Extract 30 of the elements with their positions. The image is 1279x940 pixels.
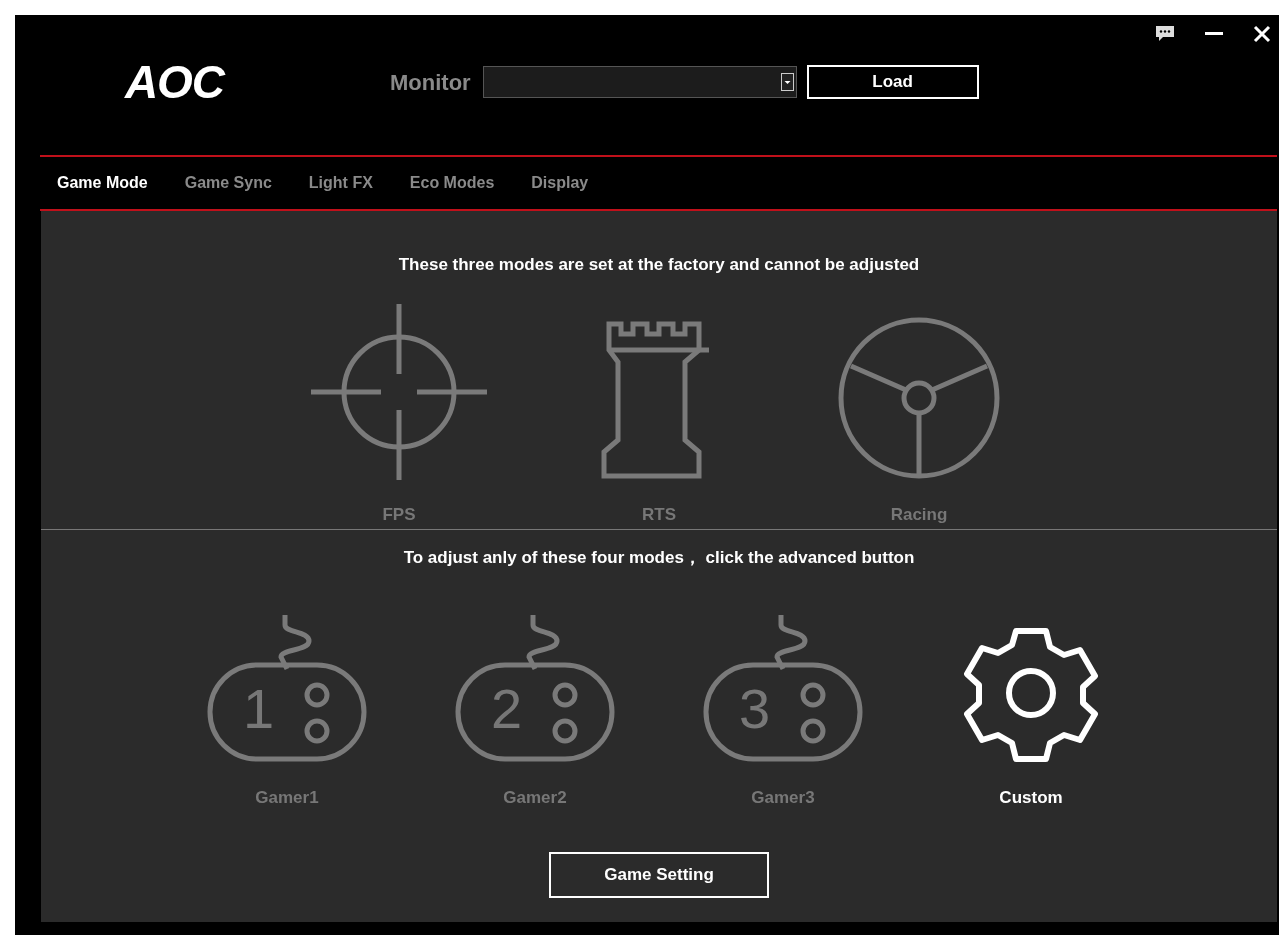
tab[interactable]: Eco Modes <box>409 171 495 195</box>
controller-number: 2 <box>491 680 523 737</box>
chat-icon[interactable] <box>1155 25 1175 43</box>
mode-label[interactable]: Gamer1 <box>255 784 319 810</box>
tab[interactable]: Display <box>531 171 589 195</box>
mode-label[interactable]: RTS <box>642 502 676 528</box>
controller-number: 3 <box>739 680 771 737</box>
close-icon[interactable] <box>1253 25 1271 43</box>
game-setting-button[interactable]: Game Setting <box>549 852 769 898</box>
load-button[interactable]: Load <box>806 65 979 99</box>
monitor-label: Monitor <box>390 68 471 97</box>
caret-icon <box>780 73 794 91</box>
mode-label[interactable]: Gamer2 <box>503 784 567 810</box>
mode-label[interactable]: Gamer3 <box>751 784 815 810</box>
tab[interactable]: Light FX <box>308 171 373 195</box>
tab[interactable]: Game Sync <box>184 171 272 195</box>
mode-label[interactable]: FPS <box>382 502 416 528</box>
tab[interactable]: Game Mode <box>57 171 148 195</box>
steering-wheel-icon <box>837 316 1001 480</box>
mode-label[interactable]: Racing <box>890 502 948 528</box>
crosshair-icon <box>311 304 487 480</box>
logo: AOC <box>125 54 226 110</box>
controller-icon <box>455 612 615 763</box>
section-heading: These three modes are set at the factory and cannot be adjusted <box>398 254 920 276</box>
controller-number: 1 <box>243 680 275 737</box>
controller-icon <box>703 612 863 763</box>
controller-icon <box>207 612 367 763</box>
section-heading: To adjust anly of these four modes， click the advanced button <box>403 546 915 569</box>
mode-label[interactable]: Custom <box>999 784 1063 810</box>
minimize-icon[interactable] <box>1205 32 1223 36</box>
